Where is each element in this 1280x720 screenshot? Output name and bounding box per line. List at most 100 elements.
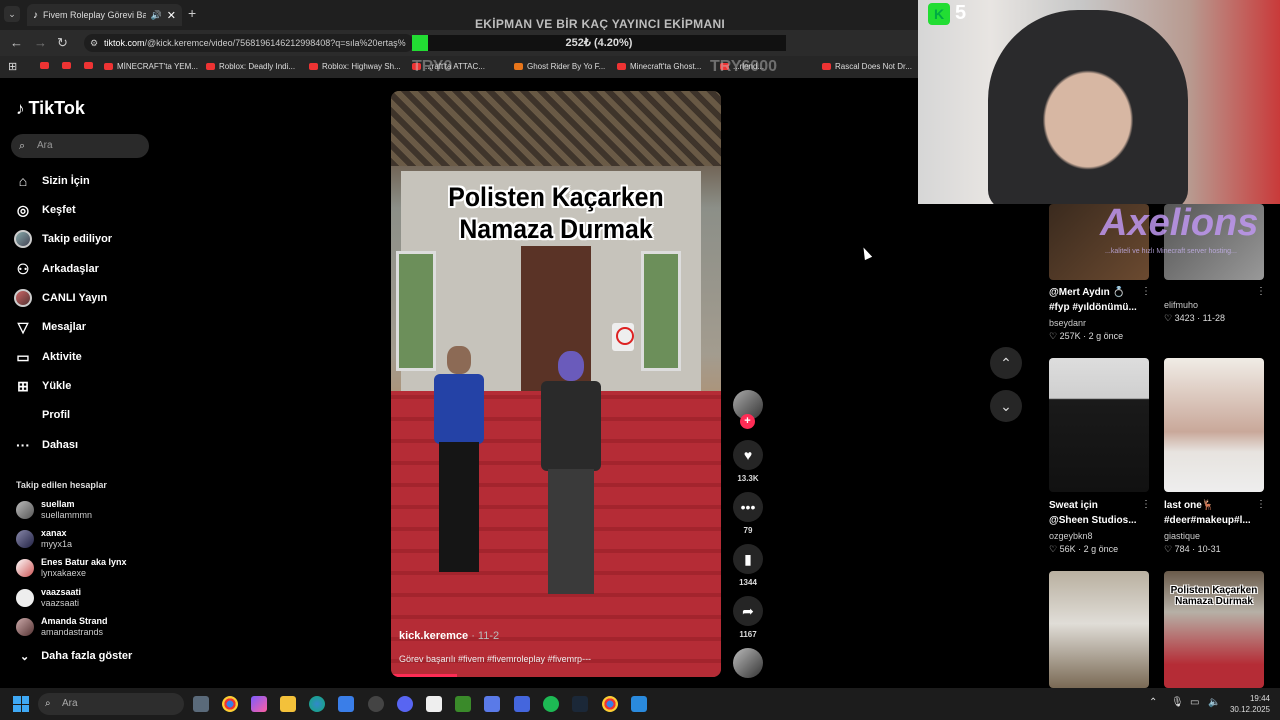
plus-square-icon: ⊞: [17, 377, 29, 394]
steam-icon[interactable]: [572, 696, 588, 712]
video-thumbnail[interactable]: Polisten Kaçarken Namaza Durmak: [1164, 571, 1264, 688]
spotify-icon[interactable]: [543, 696, 559, 712]
bookmark-item[interactable]: Ghost Rider By Yo F...: [514, 62, 605, 71]
speaker-icon[interactable]: 🔊: [151, 10, 162, 21]
bookmarks-bar: ⊞ MİNECRAFT'ta YEM... Roblox: Deadly Ind…: [0, 56, 918, 78]
browser-tab[interactable]: ♪ Fivem Roleplay Görevi Başa 🔊 ✕: [27, 4, 182, 26]
friends-icon: ⚇: [16, 260, 30, 277]
capcut-icon[interactable]: [426, 696, 442, 712]
next-video-button[interactable]: ⌄: [990, 390, 1022, 422]
nav-profile[interactable]: Profil: [14, 404, 70, 426]
site-info-icon[interactable]: ⚙: [90, 34, 98, 52]
more-options-icon[interactable]: ⋮: [1141, 499, 1151, 510]
bookmark-item[interactable]: MİNECRAFT'ta YEM...: [104, 62, 198, 71]
windows-start-icon[interactable]: [13, 696, 29, 712]
bookmark-youtube-1[interactable]: [40, 62, 49, 69]
share-button[interactable]: ➦ 1167: [733, 596, 763, 639]
video-scene-window: [641, 251, 681, 371]
close-tab-icon[interactable]: ✕: [167, 9, 176, 22]
bookmark-item[interactable]: Minecraft'ta Ghost...: [617, 62, 701, 71]
url-host: tiktok.com: [104, 38, 145, 48]
card-meta: ♡ 56K · 2 g önce: [1049, 544, 1119, 554]
previous-video-button[interactable]: ⌃: [990, 347, 1022, 379]
following-account[interactable]: Amanda Strand amandastrands: [16, 616, 108, 638]
video-thumbnail[interactable]: [1164, 358, 1264, 492]
bookmark-item[interactable]: Rascal Does Not Dr...: [822, 62, 912, 71]
avatar: [16, 618, 34, 636]
store-icon[interactable]: [338, 696, 354, 712]
video-thumbnail[interactable]: [1049, 571, 1149, 688]
forward-icon[interactable]: →: [34, 35, 47, 50]
nav-messages[interactable]: ▽ Mesajlar: [14, 316, 86, 338]
tab-search-button[interactable]: ⌄: [4, 6, 20, 22]
chrome-icon[interactable]: [222, 696, 238, 712]
card-title[interactable]: Sweat için @Sheen Studios...: [1049, 498, 1137, 528]
app-icon[interactable]: [631, 696, 647, 712]
url-path: /@kick.keremce/video/7568196146212998408…: [144, 38, 406, 48]
microphone-icon[interactable]: 🎙: [1171, 697, 1184, 708]
video-author[interactable]: kick.keremce · 11-2: [399, 630, 499, 642]
more-options-icon[interactable]: ⋮: [1141, 286, 1151, 297]
video-player[interactable]: Polisten Kaçarken Namaza Durmak kick.kere…: [391, 91, 721, 677]
comment-button[interactable]: ••• 79: [733, 492, 763, 535]
nav-friends[interactable]: ⚇ Arkadaşlar: [14, 258, 99, 280]
card-user[interactable]: ozgeybkn8: [1049, 531, 1093, 541]
card-title[interactable]: last one🦌 #deer#makeup#l...: [1164, 498, 1251, 528]
following-account[interactable]: suellam suellammmn: [16, 499, 92, 521]
obs-icon[interactable]: [368, 696, 384, 712]
card-meta: ♡ 784 · 10-31: [1164, 544, 1221, 554]
card-meta: ♡ 3423 · 11-28: [1164, 313, 1225, 323]
task-view-icon[interactable]: [193, 696, 209, 712]
url-field[interactable]: ⚙ tiktok.com/@kick.keremce/video/7568196…: [84, 34, 414, 52]
system-clock[interactable]: 19:44 30.12.2025: [1228, 693, 1270, 715]
follow-plus-icon[interactable]: +: [740, 414, 755, 429]
edge-icon[interactable]: [309, 696, 325, 712]
volume-icon[interactable]: 🔈: [1208, 697, 1220, 708]
show-more-button[interactable]: ⌄ Daha fazla göster: [20, 650, 132, 663]
chevron-up-icon: ⌃: [1000, 355, 1012, 371]
app-icon[interactable]: [484, 696, 500, 712]
bookmark-youtube-3[interactable]: [84, 62, 93, 69]
inbox-icon: ▭: [16, 348, 30, 365]
tray-chevron-icon[interactable]: ⌃: [1149, 697, 1157, 708]
nav-activity[interactable]: ▭ Aktivite: [14, 346, 81, 368]
network-icon[interactable]: ▭: [1190, 697, 1199, 708]
back-icon[interactable]: ←: [10, 35, 23, 50]
more-options-icon[interactable]: ⋮: [1256, 499, 1266, 510]
nav-live[interactable]: CANLI Yayın: [14, 287, 107, 309]
card-title[interactable]: @Mert Aydın 💍 #fyp #yıldönümü...: [1049, 285, 1137, 315]
bookmark-item[interactable]: Roblox: Highway Sh...: [309, 62, 401, 71]
more-options-icon[interactable]: ⋮: [1256, 286, 1266, 297]
reload-icon[interactable]: ↻: [57, 35, 68, 51]
music-avatar[interactable]: [733, 648, 763, 678]
discord-icon[interactable]: [397, 696, 413, 712]
following-account[interactable]: xanax myyx1a: [16, 528, 72, 550]
nav-for-you[interactable]: ⌂ Sizin İçin: [14, 170, 90, 192]
save-button[interactable]: ▮ 1344: [733, 544, 763, 587]
nav-more[interactable]: ··· Dahası: [14, 434, 78, 456]
nav-upload[interactable]: ⊞ Yükle: [14, 375, 71, 397]
taskbar-search-input[interactable]: ⌕ Ara: [38, 693, 184, 715]
chrome-profile-icon[interactable]: [602, 696, 618, 712]
copilot-icon[interactable]: [251, 696, 267, 712]
youtube-icon: [104, 63, 113, 70]
nav-explore[interactable]: ◎ Keşfet: [14, 199, 76, 221]
nav-following[interactable]: Takip ediliyor: [14, 228, 112, 250]
following-account[interactable]: vaazsaati vaazsaati: [16, 587, 81, 609]
roblox-icon[interactable]: [514, 696, 530, 712]
card-user[interactable]: giastique: [1164, 531, 1200, 541]
bookmark-youtube-2[interactable]: [62, 62, 71, 69]
file-explorer-icon[interactable]: [280, 696, 296, 712]
card-user[interactable]: bseydanr: [1049, 318, 1086, 328]
video-thumbnail[interactable]: [1049, 358, 1149, 492]
apps-grid-icon[interactable]: ⊞: [8, 60, 17, 73]
search-input[interactable]: ⌕ Ara: [11, 134, 149, 158]
following-account[interactable]: Enes Batur aka lynx lynxakaexe: [16, 557, 127, 579]
like-button[interactable]: ♥ 13.3K: [733, 440, 763, 483]
tiktok-logo[interactable]: ♪ TikTok: [16, 98, 85, 119]
card-user[interactable]: elifmuho: [1164, 300, 1198, 310]
new-tab-button[interactable]: +: [188, 5, 196, 21]
minecraft-icon[interactable]: [455, 696, 471, 712]
video-progress-bar[interactable]: [391, 674, 457, 677]
bookmark-item[interactable]: Roblox: Deadly Indi...: [206, 62, 295, 71]
